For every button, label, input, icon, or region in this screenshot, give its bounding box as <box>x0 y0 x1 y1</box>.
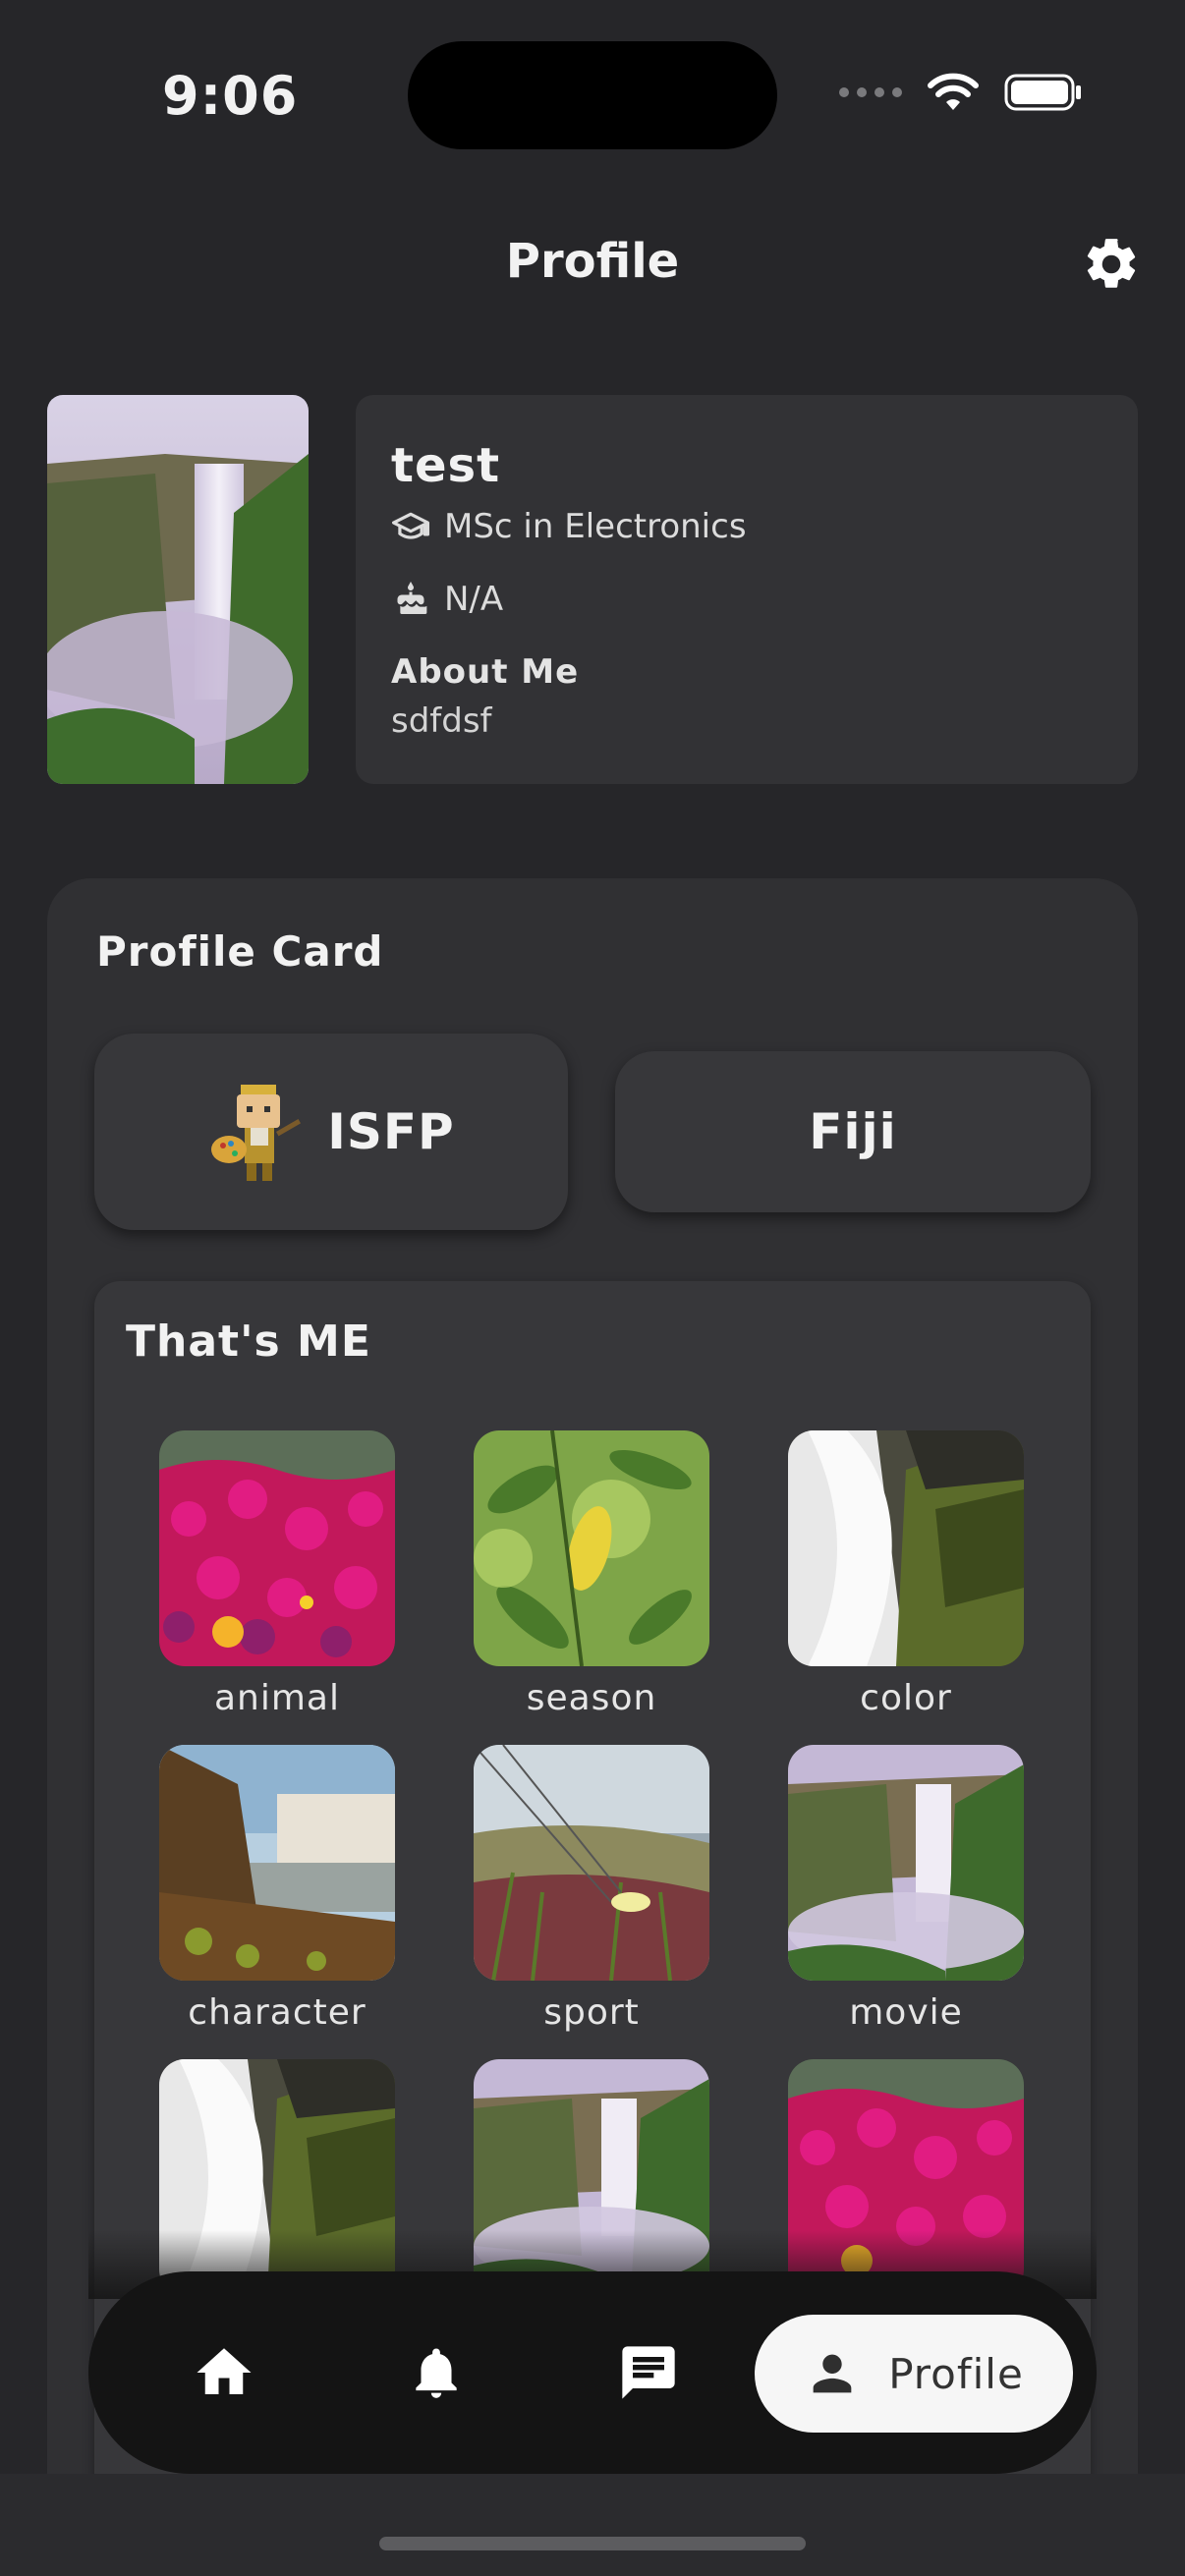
mbti-label: ISFP <box>327 1103 455 1160</box>
tile-image-waterfall-rocks <box>788 1430 1024 1666</box>
tile-label: season <box>526 1678 657 1718</box>
mbti-character-icon <box>211 1085 302 1181</box>
country-label: Fiji <box>809 1103 897 1160</box>
tile-movie[interactable]: movie <box>788 1745 1024 2033</box>
nav-home-button[interactable] <box>165 2311 283 2435</box>
bottom-safe-area <box>0 2474 1185 2576</box>
profile-info-card: test MSc in Electronics N/A About Me sdf… <box>356 395 1138 784</box>
education-text: MSc in Electronics <box>444 507 747 546</box>
nav-profile-label: Profile <box>888 2349 1024 2398</box>
mbti-button[interactable]: ISFP <box>94 1034 568 1230</box>
profile-card-title: Profile Card <box>96 927 384 976</box>
status-icons <box>839 73 1083 112</box>
tile-image-flowers <box>159 1430 395 1666</box>
tile-image-dune-flower <box>474 1745 709 1981</box>
cake-icon <box>391 580 430 619</box>
tile-label: animal <box>213 1678 340 1718</box>
tile-sport[interactable]: sport <box>474 1745 709 2033</box>
nav-notifications-button[interactable] <box>377 2311 495 2435</box>
bell-icon <box>416 2348 457 2398</box>
nav-messages-button[interactable] <box>590 2311 707 2435</box>
country-button[interactable]: Fiji <box>615 1051 1091 1212</box>
graduation-cap-icon <box>391 507 430 546</box>
battery-icon <box>1004 74 1081 111</box>
gear-icon <box>1087 239 1136 288</box>
thats-me-title: That's ME <box>126 1316 371 1367</box>
tile-image-leaves <box>474 1430 709 1666</box>
home-indicator[interactable] <box>379 2537 806 2550</box>
tile-animal[interactable]: animal <box>159 1430 395 1718</box>
settings-button[interactable] <box>1079 232 1144 297</box>
person-icon <box>813 2354 852 2393</box>
profile-photo[interactable] <box>47 395 309 784</box>
birthday-text: N/A <box>444 580 504 619</box>
about-me-text: sdfdsf <box>391 701 492 741</box>
dynamic-island <box>408 41 777 149</box>
tile-character[interactable]: character <box>159 1745 395 2033</box>
nav-profile-button[interactable]: Profile <box>755 2315 1073 2433</box>
wifi-icon <box>928 73 979 110</box>
birthday-row: N/A <box>391 580 1102 619</box>
tile-label: color <box>860 1678 952 1718</box>
bottom-navigation: Profile <box>88 2271 1097 2474</box>
tile-label: sport <box>543 1992 640 2033</box>
home-icon <box>197 2348 252 2394</box>
tile-label: character <box>188 1992 367 2033</box>
tile-image-waterfall-mist <box>788 1745 1024 1981</box>
status-time: 9:06 <box>162 65 299 127</box>
tile-season[interactable]: season <box>474 1430 709 1718</box>
tile-color[interactable]: color <box>788 1430 1024 1718</box>
cellular-signal-icon <box>839 87 902 97</box>
user-name: test <box>391 438 501 493</box>
about-me-label: About Me <box>391 652 580 692</box>
tile-image-waterfall-valley <box>159 1745 395 1981</box>
page-title: Profile <box>505 234 680 289</box>
chat-icon <box>622 2346 675 2399</box>
education-row: MSc in Electronics <box>391 507 1102 546</box>
tile-label: movie <box>849 1992 963 2033</box>
